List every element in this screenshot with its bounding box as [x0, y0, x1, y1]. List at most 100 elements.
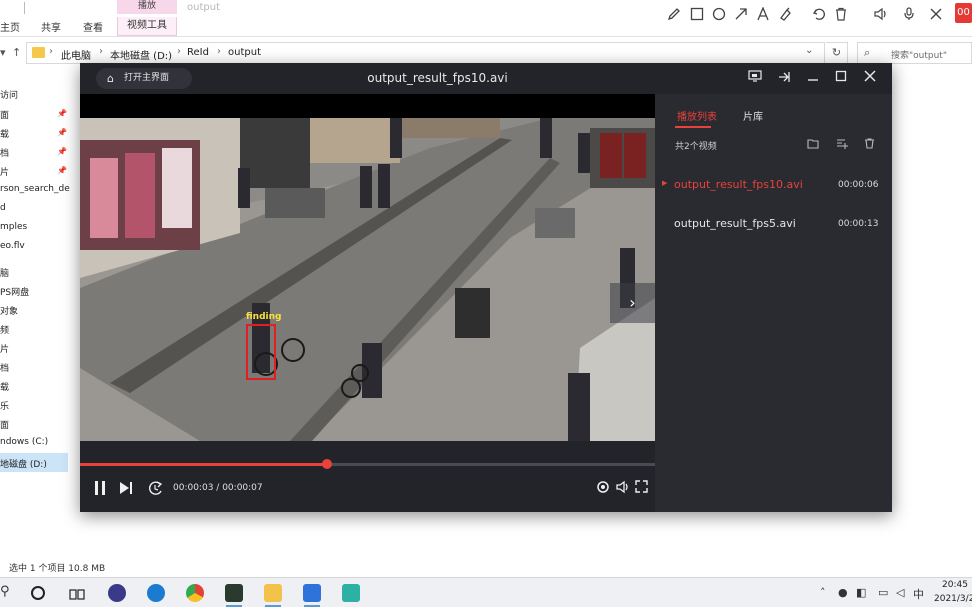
pen-icon[interactable]	[666, 6, 682, 22]
pin-icon[interactable]: 📌	[57, 166, 67, 175]
nav-item-downloads[interactable]: 载	[0, 127, 9, 140]
nav-item-videos[interactable]: 频	[0, 323, 9, 336]
nav-item-folder[interactable]: d	[0, 203, 6, 213]
breadcrumb-drive[interactable]: 本地磁盘 (D:)	[110, 47, 172, 62]
nav-item-desktop[interactable]: 面	[0, 108, 9, 121]
nav-item-pictures[interactable]: 片	[0, 165, 9, 178]
maximize-icon[interactable]	[833, 70, 849, 86]
chrome-icon[interactable]	[186, 584, 204, 602]
player-title-bar[interactable]: ⌂ 打开主界面 output_result_fps10.avi	[80, 63, 892, 94]
add-to-list-icon[interactable]	[836, 138, 848, 152]
app-icon[interactable]	[342, 584, 360, 602]
cortana-icon[interactable]	[31, 586, 45, 600]
nav-item-wps-drive[interactable]: PS网盘	[0, 285, 29, 298]
pin-icon[interactable]: 📌	[57, 109, 67, 118]
close-icon[interactable]	[928, 6, 944, 22]
up-arrow-icon[interactable]: ↑	[12, 46, 21, 59]
clock-time[interactable]: 20:45	[942, 580, 968, 590]
open-folder-icon[interactable]	[807, 138, 819, 152]
search-icon[interactable]: ⚲	[0, 584, 10, 599]
chevron-down-icon[interactable]: ⌄	[805, 45, 813, 56]
pin-on-top-icon[interactable]	[776, 70, 792, 86]
video-player-icon[interactable]	[303, 584, 321, 602]
speaker-icon[interactable]: ◁	[896, 586, 904, 599]
chevron-right-icon[interactable]: ›	[610, 283, 655, 323]
nav-item-drive-c[interactable]: ndows (C:)	[0, 437, 48, 447]
nav-item-video-flv[interactable]: eo.flv	[0, 241, 25, 251]
nav-item-this-pc[interactable]: 脑	[0, 266, 9, 279]
nav-item-pictures-2[interactable]: 片	[0, 342, 9, 355]
pycharm-icon[interactable]	[225, 584, 243, 602]
nav-item-person-search[interactable]: rson_search_de	[0, 184, 70, 194]
highlighter-icon[interactable]	[777, 6, 793, 22]
breadcrumb-reid[interactable]: ReId	[187, 47, 209, 58]
chevron-right-icon[interactable]: ›	[49, 46, 53, 57]
file-explorer-icon[interactable]	[264, 584, 282, 602]
playlist-item[interactable]: ▶ output_result_fps10.avi 00:00:06	[655, 172, 892, 200]
playlist-item[interactable]: output_result_fps5.avi 00:00:13	[655, 211, 892, 239]
tab-share[interactable]: 共享	[41, 19, 61, 34]
nav-item-documents-2[interactable]: 档	[0, 361, 9, 374]
chevron-right-icon[interactable]: ›	[99, 46, 103, 57]
volume-icon[interactable]	[616, 480, 630, 498]
chevron-right-icon[interactable]: ›	[177, 46, 181, 57]
speaker-icon[interactable]	[873, 6, 889, 22]
open-main-button[interactable]: ⌂ 打开主界面	[96, 68, 192, 89]
pause-icon[interactable]	[93, 480, 107, 500]
close-icon[interactable]	[862, 70, 878, 86]
screen-cast-icon[interactable]	[747, 70, 763, 86]
edge-icon[interactable]	[147, 584, 165, 602]
trash-icon[interactable]	[864, 138, 875, 152]
mic-icon[interactable]	[901, 6, 917, 22]
rect-icon[interactable]	[689, 6, 705, 22]
chevron-up-icon[interactable]: ˄	[820, 586, 826, 599]
nav-item-documents[interactable]: 档	[0, 146, 9, 159]
text-icon[interactable]	[755, 6, 771, 22]
app-icon[interactable]	[108, 584, 126, 602]
home-icon: ⌂	[107, 72, 114, 85]
loop-timer-icon[interactable]	[147, 480, 165, 500]
player-controls: 00:00:03 / 00:00:07	[80, 468, 655, 512]
next-track-icon[interactable]	[119, 480, 133, 500]
clock-date[interactable]: 2021/3/2	[934, 594, 972, 604]
tray-app-icon[interactable]: ◧	[856, 586, 866, 599]
playlist-panel: 播放列表 片库 共2个视频 ▶ output_result_fps10.avi …	[655, 94, 892, 512]
chevron-right-icon[interactable]: ›	[217, 46, 221, 57]
nav-item-desktop-2[interactable]: 面	[0, 418, 9, 431]
nav-item-music[interactable]: 乐	[0, 399, 9, 412]
refresh-button[interactable]: ↻	[826, 42, 848, 64]
nav-item-drive-d[interactable]: 地磁盘 (D:)	[0, 457, 47, 470]
context-group-label: 播放	[117, 0, 177, 14]
trash-icon[interactable]	[833, 6, 849, 22]
breadcrumb-pc[interactable]: 此电脑	[61, 47, 91, 62]
fullscreen-icon[interactable]	[635, 480, 648, 497]
settings-gear-icon[interactable]	[596, 480, 610, 498]
nav-item-quick-access[interactable]: 访问	[0, 88, 18, 101]
status-bar-text: 选中 1 个项目 10.8 MB	[9, 564, 106, 574]
record-button[interactable]: 00	[955, 3, 972, 23]
nav-item-3d-objects[interactable]: 对象	[0, 304, 18, 317]
arrow-icon[interactable]	[733, 6, 749, 22]
tab-home[interactable]: 主页	[0, 19, 20, 34]
tab-video-tools[interactable]: 视频工具	[117, 17, 177, 36]
nav-item-samples[interactable]: mples	[0, 222, 27, 232]
search-input[interactable]: ⌕ 搜索"output"	[857, 42, 972, 64]
breadcrumb-output[interactable]: output	[228, 47, 261, 58]
task-view-icon[interactable]	[69, 586, 85, 600]
nav-item-downloads-2[interactable]: 载	[0, 380, 9, 393]
circle-icon[interactable]	[711, 6, 727, 22]
pin-icon[interactable]: 📌	[57, 128, 67, 137]
address-bar[interactable]: › 此电脑 › 本地磁盘 (D:) › ReId › output	[26, 42, 825, 64]
video-canvas[interactable]: finding ›	[80, 94, 655, 441]
network-icon[interactable]: ▭	[878, 586, 888, 599]
pin-icon[interactable]: 📌	[57, 147, 67, 156]
chevron-down-icon[interactable]: ▾	[0, 46, 6, 59]
tab-view[interactable]: 查看	[83, 19, 103, 34]
minimize-icon[interactable]	[805, 70, 821, 86]
tab-library[interactable]: 片库	[743, 108, 763, 123]
tab-playlist[interactable]: 播放列表	[677, 108, 717, 123]
progress-bar[interactable]	[80, 459, 655, 469]
ime-indicator[interactable]: 中	[913, 586, 924, 602]
undo-icon[interactable]	[811, 6, 827, 22]
qq-icon[interactable]: ●	[838, 586, 848, 599]
